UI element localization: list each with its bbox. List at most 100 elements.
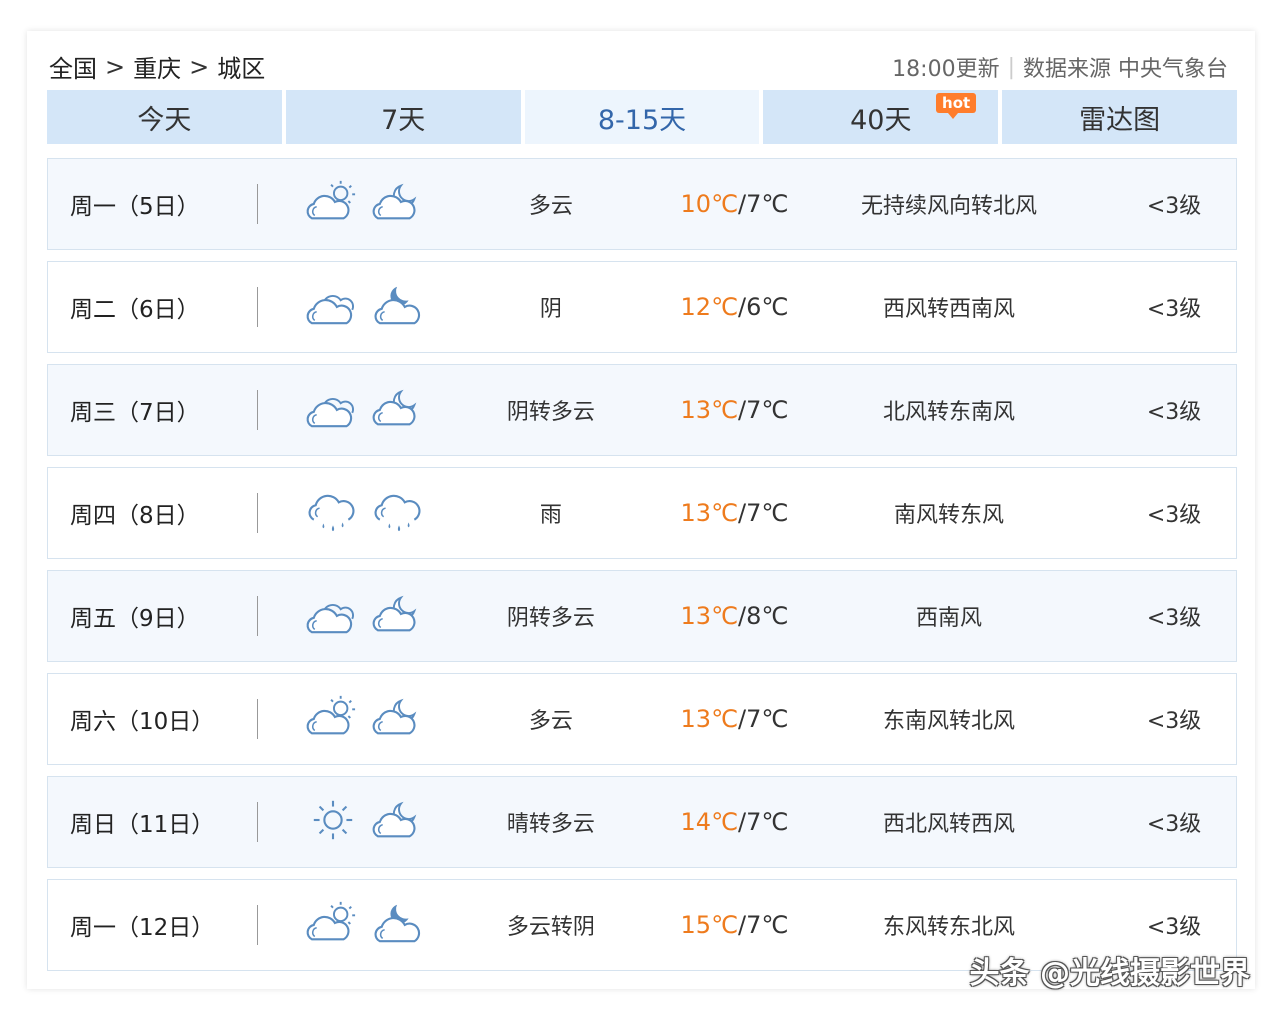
temperature: 13℃/7℃ — [613, 499, 806, 527]
wind-level: <3级 — [1146, 709, 1202, 734]
weather-condition: 多云 — [528, 709, 573, 734]
cloudy-moon-icon — [372, 899, 426, 951]
cloudy-night-icon — [372, 590, 426, 642]
day-label: 周日（11日） — [70, 812, 215, 838]
cloudy-moon-icon — [372, 281, 426, 333]
partly-cloudy-icon — [306, 178, 360, 230]
tab-7-days[interactable]: 7天 — [285, 90, 521, 144]
weather-icons — [258, 384, 489, 436]
tab-label: 40天 — [850, 104, 912, 136]
update-info: 18:00更新 | 数据来源 中央气象台 — [892, 51, 1228, 83]
weather-icons — [258, 796, 489, 848]
tab-label: 7天 — [381, 104, 426, 136]
wind-direction: 东南风转北风 — [883, 709, 1016, 734]
breadcrumb-city[interactable]: 重庆 — [133, 49, 181, 84]
cloudy-night-icon — [372, 796, 426, 848]
forecast-row: 周一（5日） 多云 10℃/7℃ 无持续风向转北风 <3级 — [47, 158, 1237, 250]
wind-direction: 北风转东南风 — [883, 400, 1016, 425]
temp-high: 13℃ — [680, 602, 739, 630]
weather-condition: 阴 — [539, 297, 562, 322]
temp-high: 15℃ — [680, 911, 739, 939]
temperature: 10℃/7℃ — [613, 190, 806, 218]
tab-today[interactable]: 今天 — [47, 90, 282, 144]
cloudy-night-icon — [372, 178, 426, 230]
weather-condition: 多云转阴 — [506, 915, 595, 940]
temp-low: /7℃ — [738, 705, 789, 733]
weather-condition: 阴转多云 — [506, 400, 595, 425]
overcast-icon — [306, 590, 360, 642]
wind-level: <3级 — [1146, 194, 1202, 219]
day-label: 周六（10日） — [70, 709, 215, 735]
temp-low: /6℃ — [738, 293, 789, 321]
temperature: 15℃/7℃ — [613, 911, 806, 939]
weather-condition: 阴转多云 — [506, 606, 595, 631]
wind-direction: 西风转西南风 — [883, 297, 1016, 322]
partly-cloudy-icon — [306, 899, 360, 951]
temp-high: 14℃ — [680, 808, 739, 836]
temperature: 13℃/8℃ — [613, 602, 806, 630]
wind-direction: 东风转东北风 — [883, 915, 1016, 940]
temp-high: 13℃ — [680, 705, 739, 733]
wind-direction: 南风转东风 — [894, 503, 1005, 528]
breadcrumb-separator: > — [105, 52, 126, 81]
temperature: 14℃/7℃ — [613, 808, 806, 836]
hot-badge: hot — [936, 93, 977, 119]
day-label: 周三（7日） — [70, 400, 200, 426]
update-time: 18:00更新 — [892, 57, 1000, 82]
forecast-list: 周一（5日） 多云 10℃/7℃ 无持续风向转北风 <3级 周二（6日） 阴 1… — [47, 158, 1237, 982]
weather-condition: 晴转多云 — [506, 812, 595, 837]
tab-40-days[interactable]: 40天 hot — [763, 90, 999, 144]
day-label: 周二（6日） — [70, 297, 200, 323]
day-label: 周五（9日） — [70, 606, 200, 632]
forecast-row: 周三（7日） 阴转多云 13℃/7℃ 北风转东南风 <3级 — [47, 364, 1237, 456]
cloudy-night-icon — [372, 384, 426, 436]
temp-high: 10℃ — [680, 190, 739, 218]
wind-level: <3级 — [1146, 297, 1202, 322]
forecast-row: 周四（8日） 雨 13℃/7℃ 南风转东风 <3级 — [47, 467, 1237, 559]
tab-label: 雷达图 — [1079, 104, 1161, 136]
weather-icons — [258, 487, 489, 539]
cloudy-night-icon — [372, 693, 426, 745]
wind-level: <3级 — [1146, 812, 1202, 837]
day-label: 周一（12日） — [70, 915, 215, 941]
weather-icons — [258, 899, 489, 951]
temperature: 13℃/7℃ — [613, 396, 806, 424]
breadcrumb-country[interactable]: 全国 — [49, 49, 97, 84]
wind-level: <3级 — [1146, 503, 1202, 528]
breadcrumb: 全国 > 重庆 > 城区 — [49, 49, 265, 84]
wind-level: <3级 — [1146, 400, 1202, 425]
wind-level: <3级 — [1146, 915, 1202, 940]
weather-condition: 雨 — [539, 503, 562, 528]
temperature: 12℃/6℃ — [613, 293, 806, 321]
tab-bar: 今天 7天 8-15天 40天 hot 雷达图 — [47, 90, 1237, 144]
divider: | — [1007, 54, 1015, 80]
breadcrumb-district: 城区 — [217, 55, 266, 83]
wind-direction: 西南风 — [916, 606, 983, 631]
temp-low: /8℃ — [738, 602, 789, 630]
temp-low: /7℃ — [738, 396, 789, 424]
temp-low: /7℃ — [738, 190, 789, 218]
overcast-icon — [306, 384, 360, 436]
forecast-row: 周六（10日） 多云 13℃/7℃ 东南风转北风 <3级 — [47, 673, 1237, 765]
breadcrumb-separator: > — [189, 52, 210, 81]
tab-radar[interactable]: 雷达图 — [1002, 90, 1237, 144]
temp-high: 13℃ — [680, 396, 739, 424]
overcast-icon — [306, 281, 360, 333]
weather-condition: 多云 — [528, 194, 573, 219]
data-source: 数据来源 中央气象台 — [1023, 57, 1228, 82]
tab-label: 今天 — [137, 104, 192, 136]
wind-direction: 无持续风向转北风 — [861, 194, 1038, 219]
tab-8-15-days[interactable]: 8-15天 — [524, 90, 760, 144]
rain-icon — [306, 487, 360, 539]
day-label: 周一（5日） — [70, 194, 200, 220]
temp-high: 12℃ — [680, 293, 739, 321]
temp-low: /7℃ — [738, 911, 789, 939]
sun-icon — [306, 796, 360, 848]
temperature: 13℃/7℃ — [613, 705, 806, 733]
temp-high: 13℃ — [680, 499, 739, 527]
wind-level: <3级 — [1146, 606, 1202, 631]
watermark: 头条 @光线摄影世界 — [969, 956, 1250, 991]
forecast-row: 周五（9日） 阴转多云 13℃/8℃ 西南风 <3级 — [47, 570, 1237, 662]
weather-icons — [258, 178, 489, 230]
forecast-row: 周二（6日） 阴 12℃/6℃ 西风转西南风 <3级 — [47, 261, 1237, 353]
